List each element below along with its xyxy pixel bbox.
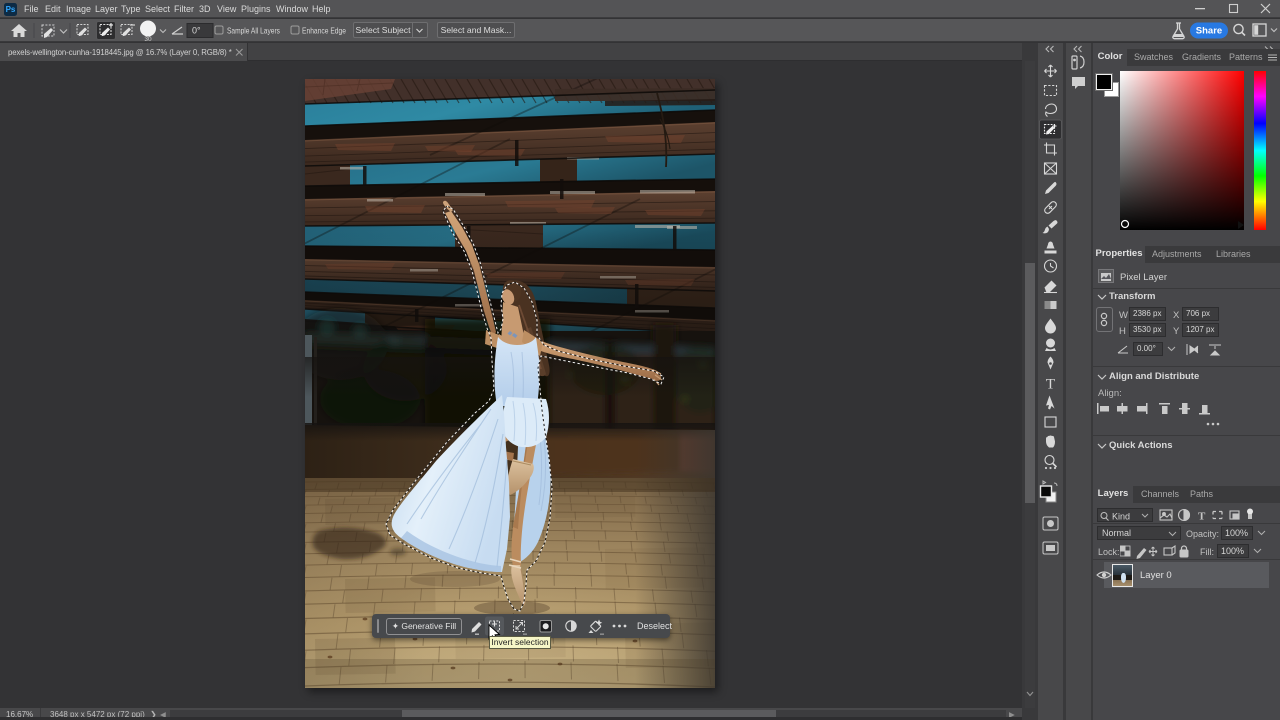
svg-text:Enhance Edge: Enhance Edge <box>302 27 346 36</box>
svg-text:Kind: Kind <box>1112 512 1130 522</box>
svg-text:Sample All Layers: Sample All Layers <box>227 27 280 36</box>
svg-text:0°: 0° <box>192 26 201 36</box>
svg-text:T: T <box>1198 511 1206 523</box>
svg-text:T: T <box>1046 377 1055 393</box>
svg-text:Share: Share <box>1196 26 1222 37</box>
svg-text:30: 30 <box>144 36 152 42</box>
